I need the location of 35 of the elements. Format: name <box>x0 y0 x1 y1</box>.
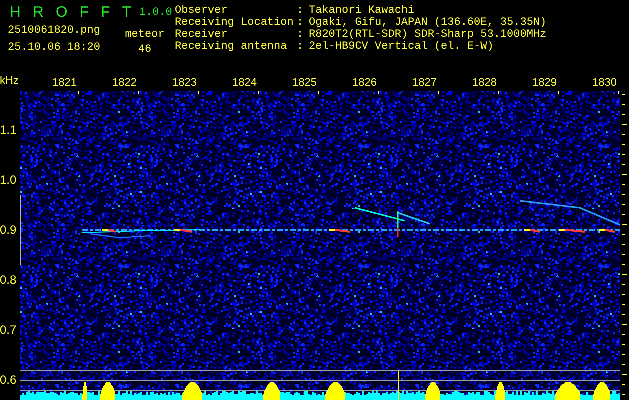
axis-tick-label: 1.0 <box>0 173 17 187</box>
app-title: H R O F F T <box>10 3 136 23</box>
axis-tick-label: 0.6 <box>0 373 17 387</box>
axis-tick-label: 1827 <box>412 77 437 89</box>
timestamp: 25.10.06 18:20 <box>8 42 102 54</box>
separator: : <box>297 41 305 53</box>
info-value: 2el-HB9CV Vertical (el. E-W) <box>309 41 494 53</box>
axis-tick-label: 1825 <box>292 77 317 89</box>
axis-tick-label: 0.9 <box>0 223 17 237</box>
info-label: Receiving Location <box>175 17 295 29</box>
info-label: Receiver <box>175 29 229 41</box>
info-label: Receiving antenna <box>175 41 288 53</box>
version-label: 1.0.0 <box>139 7 172 19</box>
meteor-count: 46 <box>138 44 152 56</box>
axis-tick-label: 1.1 <box>0 123 17 137</box>
axis-tick-label: 1823 <box>172 77 197 89</box>
axis-tick-label: 0.7 <box>0 323 17 337</box>
axis-tick-label: 1829 <box>532 77 557 89</box>
info-label: Observer <box>175 5 229 17</box>
axis-tick-label: 0.8 <box>0 273 17 287</box>
axis-tick-label: 1821 <box>52 77 77 89</box>
info-value: Ogaki, Gifu, JAPAN (136.60E, 35.35N) <box>309 17 547 29</box>
separator: : <box>297 5 305 17</box>
info-value: R820T2(RTL-SDR) SDR-Sharp 53.1000MHz <box>309 29 547 41</box>
count-label: meteor <box>125 29 165 41</box>
info-value: Takanori Kawachi <box>309 5 415 17</box>
separator: : <box>297 17 305 29</box>
axis-unit: kHz <box>0 75 19 87</box>
axis-tick-label: 1828 <box>472 77 497 89</box>
axis-tick-label: 1822 <box>112 77 137 89</box>
axis-tick-label: 1830 <box>592 77 617 89</box>
separator: : <box>297 29 305 41</box>
axis-tick-label: 1824 <box>232 77 257 89</box>
axis-tick-label: 1826 <box>352 77 377 89</box>
file-name: 2510061820.png <box>8 25 102 37</box>
